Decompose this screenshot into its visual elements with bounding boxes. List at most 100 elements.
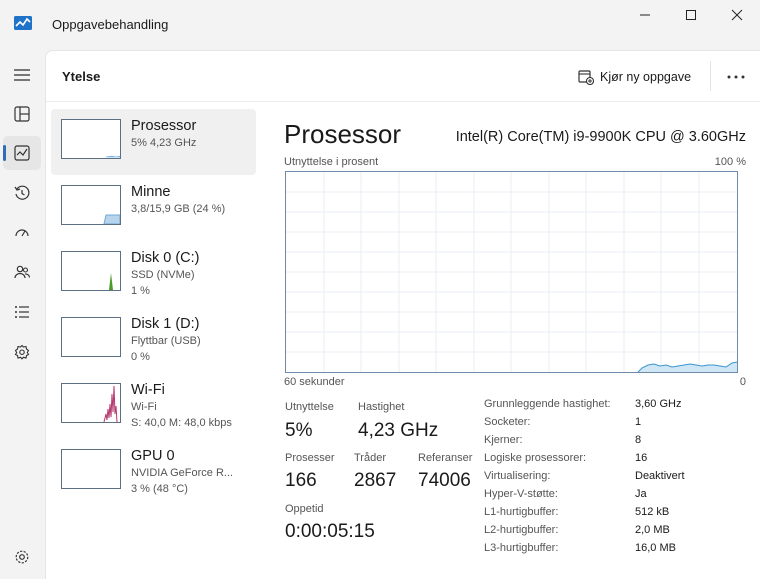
- device-name: Wi-Fi: [131, 382, 165, 398]
- spec-value: 3,60 GHz: [635, 398, 682, 410]
- device-name: Minne: [131, 184, 171, 200]
- device-subtitle: Flyttbar (USB): [131, 335, 201, 347]
- run-new-task-label: Kjør ny oppgave: [600, 70, 692, 84]
- device-name: Disk 0 (C:): [131, 250, 200, 266]
- spec-value: 8: [635, 434, 642, 446]
- spec-key: Hyper-V-støtte:: [484, 488, 558, 500]
- device-thumbnail: [61, 251, 121, 291]
- users-icon: [14, 265, 30, 279]
- device-usage: 1 %: [131, 285, 150, 297]
- device-thumbnail: [61, 119, 121, 159]
- device-name: Disk 1 (D:): [131, 316, 200, 332]
- main-content: Ytelse Kjør ny oppgave Prosessor 5% 4,23…: [45, 50, 760, 579]
- nav-processes[interactable]: [3, 97, 41, 131]
- nav-users[interactable]: [3, 255, 41, 289]
- spec-key: L1-hurtigbuffer:: [484, 506, 559, 518]
- startup-apps-icon: [15, 229, 29, 237]
- minimize-button[interactable]: [622, 0, 668, 30]
- settings-button[interactable]: [10, 545, 34, 569]
- device-usage: 0 %: [131, 351, 150, 363]
- cpu-utilization-plot: [286, 172, 738, 373]
- title-bar: Oppgavebehandling: [0, 0, 760, 50]
- device-item-disk-0[interactable]: Disk 0 (C:) SSD (NVMe) 1 %: [51, 241, 256, 307]
- utilization-value: 5%: [285, 420, 313, 441]
- spec-value: 2,0 MB: [635, 524, 670, 536]
- threads-value: 2867: [354, 470, 397, 491]
- run-new-task-button[interactable]: Kjør ny oppgave: [578, 65, 691, 89]
- spec-key: L3-hurtigbuffer:: [484, 542, 559, 554]
- graph-max-label: 100 %: [714, 156, 746, 168]
- page-title: Ytelse: [62, 69, 101, 84]
- spec-value: 512 kB: [635, 506, 670, 518]
- device-subtitle: 3,8/15,9 GB (24 %): [131, 203, 226, 215]
- nav-services[interactable]: [3, 335, 41, 369]
- nav-app-history[interactable]: [3, 176, 41, 210]
- close-icon: [731, 9, 743, 21]
- nav-details[interactable]: [3, 295, 41, 329]
- device-name: GPU 0: [131, 448, 175, 464]
- handles-label: Referanser: [418, 452, 473, 464]
- navigation-rail: [0, 50, 44, 579]
- graph-label: Utnyttelse i prosent: [284, 156, 379, 168]
- spec-key: Logiske prosessorer:: [484, 452, 587, 464]
- speed-label: Hastighet: [358, 401, 405, 413]
- device-usage: 3 % (48 °C): [131, 483, 188, 495]
- device-thumbnail: [61, 317, 121, 357]
- processes-icon: [14, 106, 30, 122]
- spec-value: Deaktivert: [635, 470, 685, 482]
- spec-key: Grunnleggende hastighet:: [484, 398, 611, 410]
- graph-time-label: 60 sekunder: [284, 376, 345, 388]
- spec-key: Virtualisering:: [484, 470, 551, 482]
- device-subtitle: 5% 4,23 GHz: [131, 137, 197, 149]
- nav-performance[interactable]: [3, 136, 41, 170]
- services-icon: [14, 344, 30, 360]
- minimize-icon: [640, 14, 650, 16]
- device-throughput: S: 40,0 M: 48,0 kbps: [131, 417, 232, 429]
- spec-value: 16: [635, 452, 648, 464]
- device-item-gpu-0[interactable]: GPU 0 NVIDIA GeForce R... 3 % (48 °C): [51, 439, 256, 505]
- speed-value: 4,23 GHz: [358, 420, 439, 441]
- device-item-wifi[interactable]: Wi-Fi Wi-Fi S: 40,0 M: 48,0 kbps: [51, 373, 256, 439]
- spec-value: Ja: [635, 488, 647, 500]
- spec-key: Socketer:: [484, 416, 531, 428]
- device-subtitle: SSD (NVMe): [131, 269, 195, 281]
- handles-value: 74006: [418, 470, 471, 491]
- threads-label: Tråder: [354, 452, 386, 464]
- utilization-label: Utnyttelse: [285, 401, 334, 413]
- device-subtitle: NVIDIA GeForce R...: [131, 467, 234, 479]
- device-thumbnail: [61, 185, 121, 225]
- processes-value: 166: [285, 470, 317, 491]
- more-options-button[interactable]: [723, 67, 749, 87]
- performance-icon: [14, 145, 30, 161]
- uptime-value: 0:00:05:15: [285, 521, 375, 542]
- uptime-label: Oppetid: [285, 503, 324, 515]
- spec-value: 16,0 MB: [635, 542, 676, 554]
- run-new-task-icon: [578, 70, 594, 85]
- hamburger-menu-button[interactable]: [3, 58, 41, 92]
- device-list: Prosessor 5% 4,23 GHz Minne 3,8/15,9 GB …: [51, 109, 256, 505]
- spec-key: L2-hurtigbuffer:: [484, 524, 559, 536]
- close-button[interactable]: [714, 0, 760, 30]
- device-item-memory[interactable]: Minne 3,8/15,9 GB (24 %): [51, 175, 256, 241]
- cpu-model-name: Intel(R) Core(TM) i9-9900K CPU @ 3.60GHz: [455, 129, 746, 145]
- app-history-icon: [14, 185, 30, 200]
- maximize-button[interactable]: [668, 0, 714, 30]
- settings-icon: [15, 550, 29, 564]
- device-name: Prosessor: [131, 118, 197, 134]
- window-title: Oppgavebehandling: [52, 17, 169, 32]
- active-indicator: [3, 145, 6, 161]
- header-divider: [46, 101, 760, 102]
- details-icon: [15, 306, 29, 318]
- device-subtitle: Wi-Fi: [131, 401, 157, 413]
- task-manager-icon: [14, 16, 32, 30]
- processes-label: Prosesser: [285, 452, 335, 464]
- detail-title: Prosessor: [284, 119, 402, 149]
- graph-min-label: 0: [739, 376, 746, 388]
- more-options-icon: [727, 75, 745, 79]
- hamburger-menu-icon: [14, 69, 30, 81]
- toolbar-divider: [710, 61, 711, 91]
- nav-startup-apps[interactable]: [3, 216, 41, 250]
- cpu-utilization-graph: [285, 171, 738, 373]
- device-item-disk-1[interactable]: Disk 1 (D:) Flyttbar (USB) 0 %: [51, 307, 256, 373]
- device-item-processor[interactable]: Prosessor 5% 4,23 GHz: [51, 109, 256, 175]
